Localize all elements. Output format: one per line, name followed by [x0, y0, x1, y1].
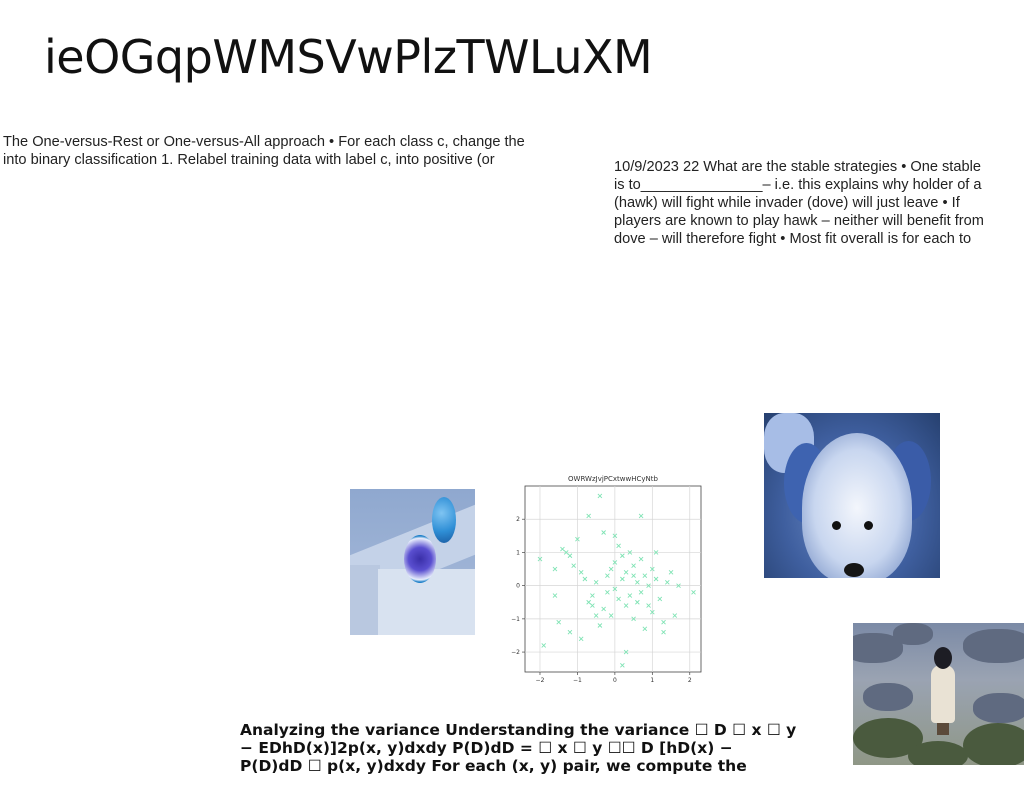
dog-face	[802, 433, 912, 578]
slide-title: ieOGqpWMSVwPlzTWLuXM	[44, 30, 653, 84]
y-tick-label: 2	[516, 516, 520, 523]
text-line: The One-versus-Rest or One-versus-All ap…	[3, 134, 525, 150]
x-tick-label: 2	[688, 677, 692, 684]
box-side-shape	[350, 565, 380, 635]
scatter-chart-svg: OWRWzJvjPCxtwwHCyNtb −2 −1 0 1 2 −2 −1 0 1 2	[511, 475, 702, 684]
x-tick-label: 1	[650, 677, 654, 684]
halved-fruit	[404, 535, 436, 583]
rock	[963, 629, 1024, 663]
x-tick-label: −2	[536, 677, 545, 684]
bush	[908, 741, 968, 765]
scatter-chart: OWRWzJvjPCxtwwHCyNtb −2 −1 0 1 2 −2 −1 0 1 2	[507, 470, 712, 692]
text-block-right: 10/9/2023 22 What are the stable strateg…	[614, 158, 1024, 248]
rock	[893, 623, 933, 645]
text-line: 10/9/2023 22 What are the stable strateg…	[614, 159, 981, 175]
text-line: players are known to play hawk – neither…	[614, 213, 984, 229]
person-legs	[937, 721, 949, 735]
text-line: P(D)dD ☐ p(x, y)dxdy For each (x, y) pai…	[240, 757, 747, 775]
rock	[863, 683, 913, 711]
plot-frame	[524, 485, 702, 673]
x-tick-label: 0	[613, 677, 617, 684]
text-line: dove – will therefore fight • Most fit o…	[614, 231, 972, 247]
landscape-photo	[853, 623, 1024, 765]
rock	[973, 693, 1024, 723]
text-line: − EDhD(x)]2p(x, y)dxdy P(D)dD = ☐ x ☐ y …	[240, 739, 733, 757]
x-tick-label: −1	[573, 677, 582, 684]
chart-title: OWRWzJvjPCxtwwHCyNtb	[568, 475, 658, 483]
fruit-photo	[350, 489, 475, 635]
y-tick-label: 1	[516, 549, 520, 556]
text-line: is to_______________– i.e. this explains…	[614, 177, 982, 193]
text-block-left: The One-versus-Rest or One-versus-All ap…	[3, 133, 588, 169]
dog-nose	[844, 563, 864, 577]
y-tick-label: 0	[516, 583, 520, 590]
person-body	[931, 665, 955, 723]
text-line: Analyzing the variance Understanding the…	[240, 721, 797, 739]
dog-eye-left	[832, 521, 841, 530]
dog-eye-right	[864, 521, 873, 530]
text-line: (hawk) will fight while invader (dove) w…	[614, 195, 960, 211]
y-tick-label: −1	[511, 616, 520, 623]
text-block-bottom: Analyzing the variance Understanding the…	[240, 721, 820, 775]
bush	[963, 723, 1024, 765]
text-line: into binary classification 1. Relabel tr…	[3, 152, 495, 168]
y-tick-label: −2	[511, 649, 520, 656]
whole-fruit	[432, 497, 456, 543]
dog-photo	[764, 413, 940, 578]
person-head	[934, 647, 952, 669]
